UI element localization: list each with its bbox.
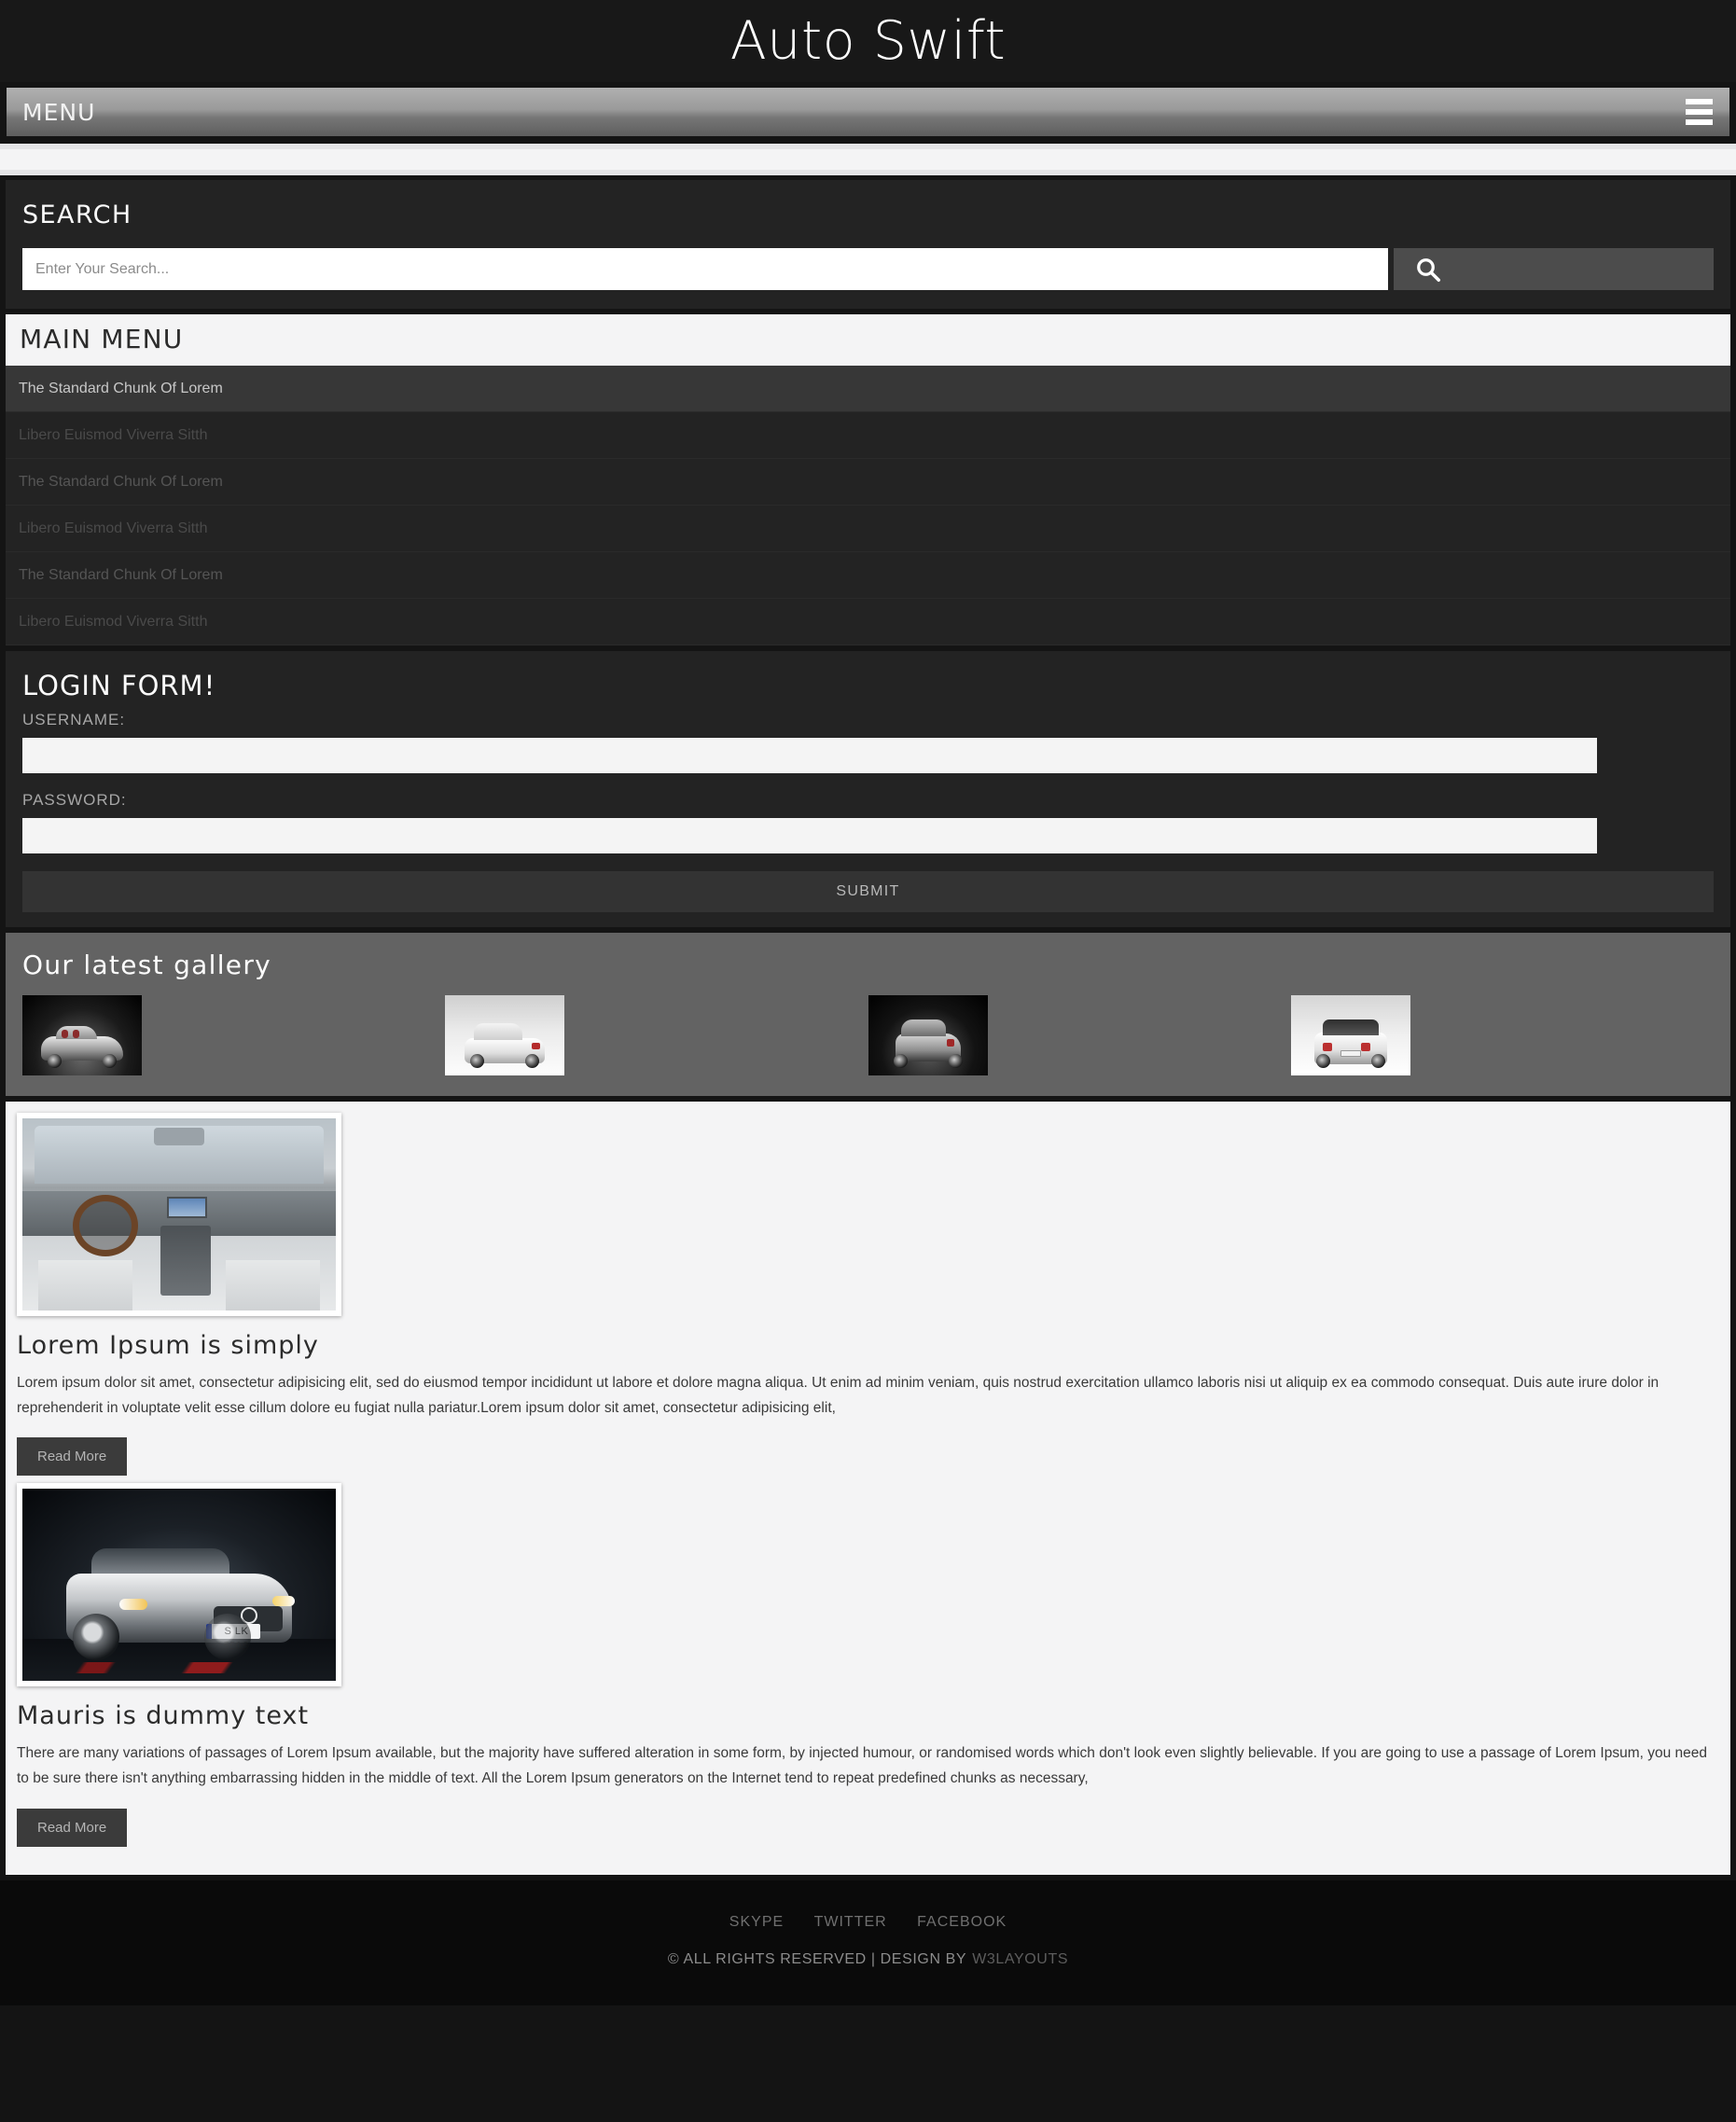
- main-menu-list: The Standard Chunk Of Lorem Libero Euism…: [6, 366, 1730, 645]
- search-title: SEARCH: [22, 201, 132, 229]
- nav-screen-shape: [166, 1197, 208, 1219]
- gallery-title: Our latest gallery: [22, 950, 272, 980]
- design-credit-link[interactable]: W3LAYOUTS: [972, 1951, 1068, 1967]
- car-wheels: [42, 1054, 122, 1068]
- search-button[interactable]: [1394, 248, 1714, 290]
- copyright-line: © ALL RIGHTS RESERVED | DESIGN BY W3LAYOU…: [0, 1951, 1736, 1968]
- submit-button[interactable]: SUBMIT: [22, 871, 1714, 912]
- hamburger-bar: [1686, 99, 1713, 104]
- read-more-button[interactable]: Read More: [17, 1437, 128, 1477]
- main-menu-title: MAIN MENU: [20, 324, 184, 354]
- article-body: There are many variations of passages of…: [17, 1745, 1707, 1786]
- article: Lorem Ipsum is simply Lorem ipsum dolor …: [17, 1113, 1719, 1477]
- site-logo: Auto Swift: [729, 9, 1007, 72]
- search-input[interactable]: [22, 248, 1388, 290]
- article-title: Mauris is dummy text: [17, 1701, 310, 1731]
- username-label: USERNAME:: [22, 711, 126, 728]
- read-more-button[interactable]: Read More: [17, 1808, 128, 1847]
- login-panel: LOGIN FORM! USERNAME: PASSWORD: SUBMIT: [6, 651, 1730, 927]
- article-body: Lorem ipsum dolor sit amet, consectetur …: [17, 1375, 1660, 1416]
- site-footer: SKYPE TWITTER FACEBOOK © ALL RIGHTS RESE…: [0, 1879, 1736, 2005]
- social-links: SKYPE TWITTER FACEBOOK: [0, 1914, 1736, 1931]
- gallery-grid: [22, 995, 1714, 1075]
- article-title: Lorem Ipsum is simply: [17, 1331, 319, 1360]
- social-link-twitter[interactable]: TWITTER: [814, 1914, 887, 1930]
- search-panel: SEARCH: [6, 180, 1730, 309]
- main-menu-panel: MAIN MENU The Standard Chunk Of Lorem Li…: [6, 314, 1730, 645]
- gallery-panel: Our latest gallery: [6, 933, 1730, 1096]
- content-area: Lorem Ipsum is simply Lorem ipsum dolor …: [6, 1102, 1730, 1875]
- social-link-skype[interactable]: SKYPE: [729, 1914, 784, 1930]
- car-wheels: [1311, 1054, 1391, 1068]
- menu-item[interactable]: Libero Euismod Viverra Sitth: [6, 506, 1730, 552]
- site-header: Auto Swift: [0, 0, 1736, 82]
- menu-item[interactable]: Libero Euismod Viverra Sitth: [6, 412, 1730, 459]
- article-image-car-interior: [17, 1113, 341, 1316]
- navbar-container: MENU: [0, 82, 1736, 144]
- password-label: PASSWORD:: [22, 791, 127, 809]
- menu-label: MENU: [22, 98, 96, 126]
- gallery-thumbnail[interactable]: [868, 995, 988, 1075]
- username-input[interactable]: [22, 738, 1597, 773]
- hamburger-icon[interactable]: [1682, 95, 1716, 129]
- social-link-facebook[interactable]: FACEBOOK: [917, 1914, 1007, 1930]
- copyright-text: © ALL RIGHTS RESERVED | DESIGN BY: [667, 1950, 967, 1967]
- article: S LK 550S Mauris is dummy text There are…: [17, 1483, 1719, 1847]
- navbar[interactable]: MENU: [7, 88, 1729, 136]
- main-menu-header: MAIN MENU: [6, 314, 1730, 366]
- gallery-thumbnail[interactable]: [1290, 995, 1410, 1075]
- sidebar-shell: SEARCH MAIN MENU The Standard Chunk Of L…: [0, 180, 1736, 1096]
- divider-stripe-container: [0, 144, 1736, 180]
- hamburger-bar: [1686, 109, 1713, 115]
- menu-item[interactable]: The Standard Chunk Of Lorem: [6, 459, 1730, 506]
- hamburger-bar: [1686, 119, 1713, 125]
- gallery-thumbnail[interactable]: [22, 995, 142, 1075]
- search-row: [22, 248, 1714, 290]
- menu-item[interactable]: The Standard Chunk Of Lorem: [6, 552, 1730, 599]
- divider-stripe: [0, 144, 1736, 175]
- search-icon: [1417, 257, 1440, 282]
- login-title: LOGIN FORM!: [22, 670, 216, 701]
- password-input[interactable]: [22, 818, 1597, 853]
- red-light-streak: [38, 1661, 320, 1674]
- article-image-silver-convertible: S LK 550S: [17, 1483, 341, 1687]
- menu-item[interactable]: Libero Euismod Viverra Sitth: [6, 599, 1730, 645]
- steering-wheel-shape: [72, 1195, 139, 1257]
- gallery-thumbnail[interactable]: [445, 995, 565, 1075]
- car-wheels: [465, 1054, 545, 1068]
- menu-item[interactable]: The Standard Chunk Of Lorem: [6, 366, 1730, 412]
- car-wheels: [888, 1054, 968, 1068]
